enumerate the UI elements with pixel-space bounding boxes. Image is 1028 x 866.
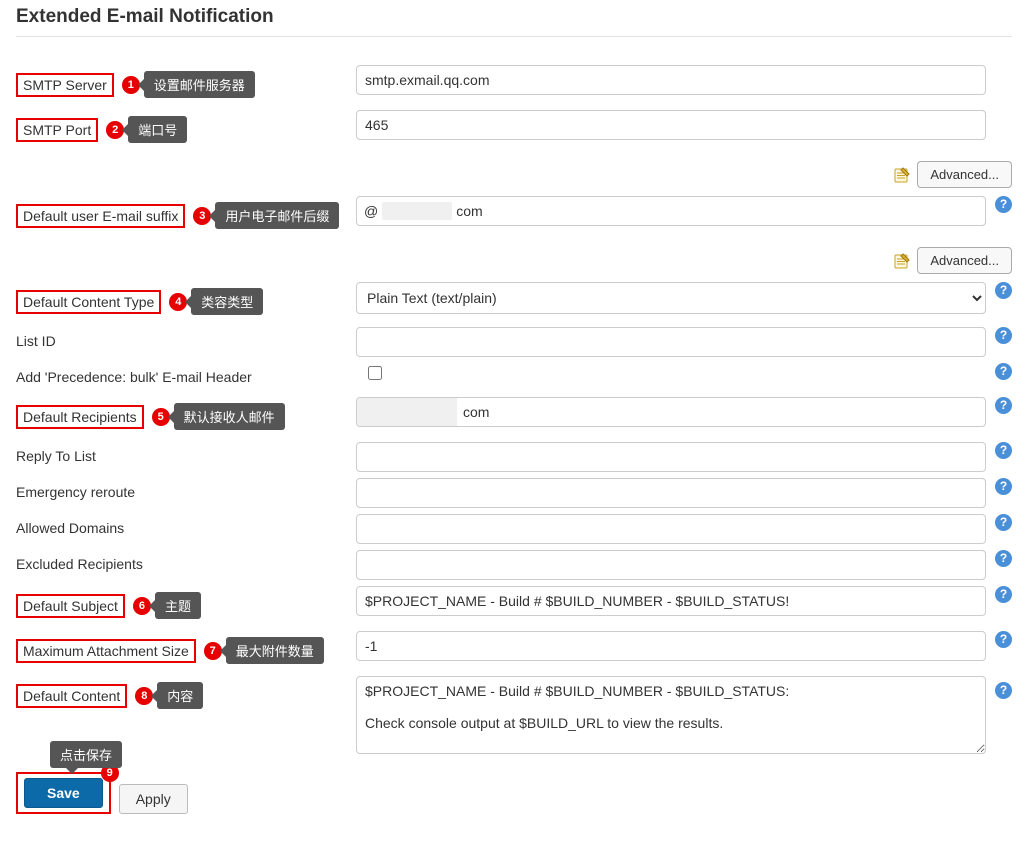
help-icon[interactable]: ? — [995, 363, 1012, 380]
label-default-suffix: Default user E-mail suffix — [16, 204, 185, 228]
section-title: Extended E-mail Notification — [16, 0, 1012, 37]
label-excluded-recipients: Excluded Recipients — [16, 556, 143, 572]
help-icon[interactable]: ? — [995, 478, 1012, 495]
help-icon[interactable]: ? — [995, 282, 1012, 299]
annotation-tip-5: 默认接收人邮件 — [174, 403, 285, 430]
excluded-recipients-input[interactable] — [356, 550, 986, 580]
annotation-tip-9: 点击保存 — [50, 741, 122, 768]
advanced-button[interactable]: Advanced... — [917, 161, 1012, 188]
precedence-bulk-checkbox[interactable] — [368, 366, 382, 380]
annotation-tip-3: 用户电子邮件后缀 — [215, 202, 339, 229]
annotation-tip-1: 设置邮件服务器 — [144, 71, 255, 98]
label-default-subject: Default Subject — [16, 594, 125, 618]
advanced-button[interactable]: Advanced... — [917, 247, 1012, 274]
help-icon[interactable]: ? — [995, 631, 1012, 648]
label-list-id: List ID — [16, 333, 56, 349]
label-smtp-server: SMTP Server — [16, 73, 114, 97]
label-default-recipients: Default Recipients — [16, 405, 144, 429]
emergency-reroute-input[interactable] — [356, 478, 986, 508]
label-reply-to-list: Reply To List — [16, 448, 96, 464]
max-attach-size-input[interactable] — [356, 631, 986, 661]
annotation-tip-2: 端口号 — [128, 116, 187, 143]
help-icon[interactable]: ? — [995, 514, 1012, 531]
help-icon[interactable]: ? — [995, 442, 1012, 459]
label-default-content-type: Default Content Type — [16, 290, 161, 314]
save-button[interactable]: Save — [24, 778, 103, 808]
label-emergency-reroute: Emergency reroute — [16, 484, 135, 500]
label-max-attach-size: Maximum Attachment Size — [16, 639, 196, 663]
default-recipients-input[interactable] — [356, 397, 986, 427]
reply-to-list-input[interactable] — [356, 442, 986, 472]
list-id-input[interactable] — [356, 327, 986, 357]
help-icon[interactable]: ? — [995, 327, 1012, 344]
label-allowed-domains: Allowed Domains — [16, 520, 124, 536]
help-icon[interactable]: ? — [995, 586, 1012, 603]
smtp-server-input[interactable] — [356, 65, 986, 95]
annotation-tip-7: 最大附件数量 — [226, 637, 324, 664]
label-smtp-port: SMTP Port — [16, 118, 98, 142]
label-default-content: Default Content — [16, 684, 127, 708]
default-content-textarea[interactable] — [356, 676, 986, 754]
allowed-domains-input[interactable] — [356, 514, 986, 544]
annotation-tip-4: 类容类型 — [191, 288, 263, 315]
apply-button[interactable]: Apply — [119, 784, 188, 814]
annotation-tip-8: 内容 — [157, 682, 203, 709]
smtp-port-input[interactable] — [356, 110, 986, 140]
annotation-tip-6: 主题 — [155, 592, 201, 619]
help-icon[interactable]: ? — [995, 397, 1012, 414]
default-subject-input[interactable] — [356, 586, 986, 616]
help-icon[interactable]: ? — [995, 682, 1012, 699]
label-precedence-bulk: Add 'Precedence: bulk' E-mail Header — [16, 369, 252, 385]
notepad-icon — [893, 166, 911, 184]
default-suffix-input[interactable] — [356, 196, 986, 226]
notepad-icon — [893, 252, 911, 270]
help-icon[interactable]: ? — [995, 550, 1012, 567]
help-icon[interactable]: ? — [995, 196, 1012, 213]
content-type-select[interactable]: Plain Text (text/plain) — [356, 282, 986, 314]
